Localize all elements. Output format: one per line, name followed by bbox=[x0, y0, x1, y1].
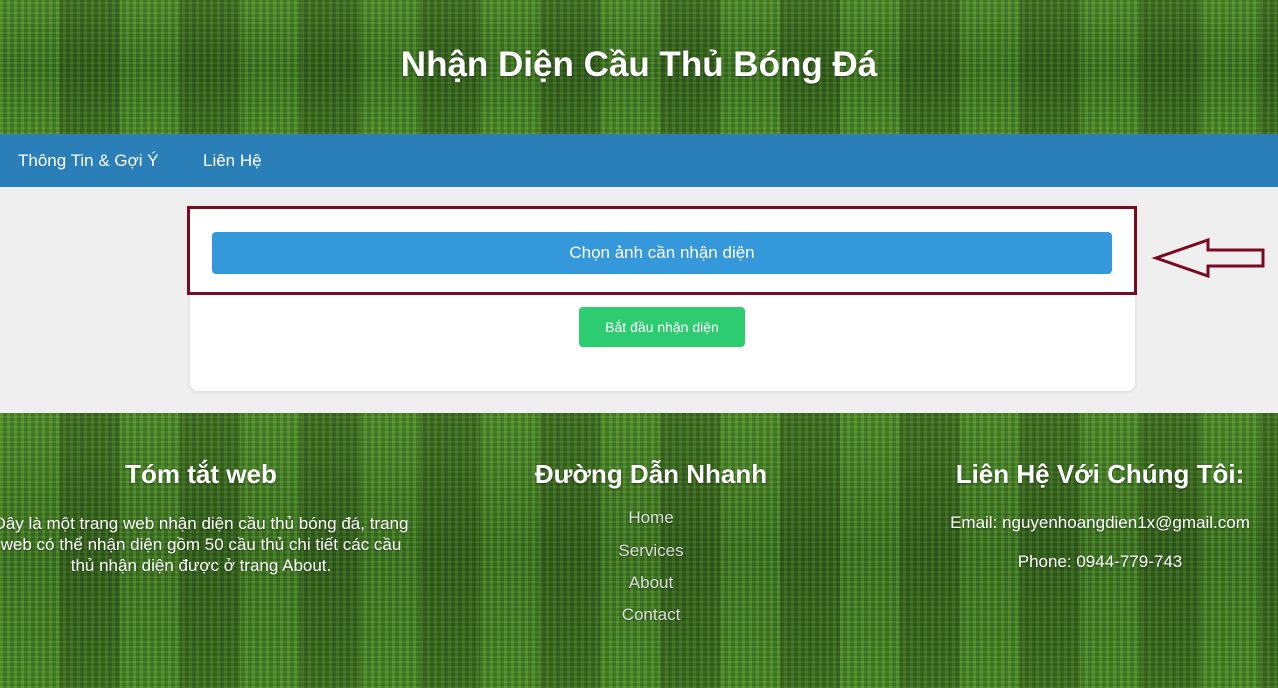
contact-title: Liên Hệ Với Chúng Tôi: bbox=[955, 459, 1245, 489]
site-header: Nhận Diện Cầu Thủ Bóng Đá bbox=[0, 0, 1278, 134]
main-nav: Thông Tin & Gợi Ý Liên Hệ bbox=[0, 134, 1278, 187]
left-arrow-icon bbox=[1151, 237, 1265, 279]
summary-text: Đây là một trang web nhận diện cầu thủ b… bbox=[0, 514, 409, 575]
footer-link-services[interactable]: Services bbox=[502, 541, 800, 561]
choose-image-button[interactable]: Chọn ảnh cần nhận diện bbox=[212, 232, 1112, 274]
quick-links-title: Đường Dẫn Nhanh bbox=[534, 459, 768, 489]
summary-title: Tóm tắt web bbox=[125, 459, 277, 489]
nav-item-contact[interactable]: Liên Hệ bbox=[203, 134, 262, 187]
contact-email: Email: nguyenhoangdien1x@gmail.com bbox=[950, 513, 1250, 532]
footer-link-about[interactable]: About bbox=[502, 573, 800, 593]
contact-phone: Phone: 0944-779-743 bbox=[1017, 552, 1183, 571]
footer-link-contact[interactable]: Contact bbox=[502, 605, 800, 625]
footer-link-home[interactable]: Home bbox=[502, 508, 800, 528]
start-recognition-button[interactable]: Bắt đầu nhận diện bbox=[579, 307, 745, 347]
page-title: Nhận Diện Cầu Thủ Bóng Đá bbox=[400, 45, 878, 84]
site-footer: Tóm tắt web Đây là một trang web nhận di… bbox=[0, 413, 1278, 688]
nav-item-info[interactable]: Thông Tin & Gợi Ý bbox=[18, 134, 159, 187]
